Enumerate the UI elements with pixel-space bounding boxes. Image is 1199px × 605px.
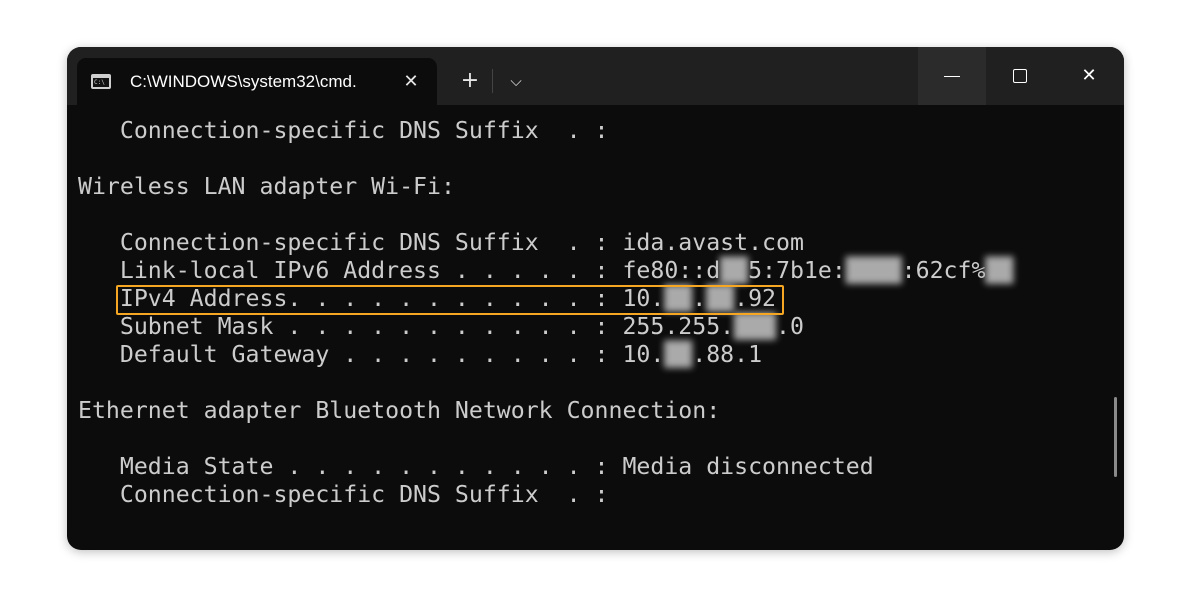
redacted-value: ████ [845,257,902,284]
redacted-value: ██ [664,341,693,368]
terminal-line: Connection-specific DNS Suffix . : [78,117,609,144]
tab-separator [492,69,493,93]
ipv6-part: :62cf% [901,257,986,284]
maximize-icon [1013,69,1027,83]
minimize-button[interactable] [918,47,986,105]
cmd-icon [91,74,111,89]
terminal-output[interactable]: Connection-specific DNS Suffix . : Wirel… [67,105,1124,550]
terminal-line-gateway: Default Gateway . . . . . . . . . : 10.█… [78,341,762,369]
maximize-button[interactable] [986,47,1054,105]
terminal-line-subnet: Subnet Mask . . . . . . . . . . . : 255.… [78,313,804,341]
title-bar: C:\WINDOWS\system32\cmd. ✕ + ⌵ ✕ [67,47,1124,105]
close-window-button[interactable]: ✕ [1055,47,1123,105]
gateway-label: Default Gateway . . . . . . . . . : 10. [78,341,665,368]
ipv6-label: Link-local IPv6 Address . . . . . : fe80… [78,257,721,284]
redacted-value: ██ [985,257,1014,284]
redacted-value: ██ [720,257,749,284]
redacted-value: ███ [734,313,777,340]
new-tab-button[interactable]: + [455,66,485,96]
terminal-line: Connection-specific DNS Suffix . : ida.a… [78,229,804,256]
tab-cmd[interactable]: C:\WINDOWS\system32\cmd. ✕ [77,58,437,105]
terminal-line: Wireless LAN adapter Wi-Fi: [78,173,455,200]
chevron-down-icon[interactable]: ⌵ [501,66,531,96]
subnet-tail: .0 [776,313,804,340]
terminal-line-ipv6: Link-local IPv6 Address . . . . . : fe80… [78,257,1013,285]
minimize-icon [944,75,960,77]
ipv6-part: 5:7b1e: [748,257,846,284]
gateway-tail: .88.1 [692,341,763,368]
scrollbar-thumb[interactable] [1114,397,1117,477]
subnet-label: Subnet Mask . . . . . . . . . . . : 255.… [78,313,735,340]
terminal-window: C:\WINDOWS\system32\cmd. ✕ + ⌵ ✕ Connect… [67,47,1124,550]
tab-title: C:\WINDOWS\system32\cmd. [130,72,357,91]
terminal-line: Media State . . . . . . . . . . . : Medi… [78,453,874,480]
terminal-line: Ethernet adapter Bluetooth Network Conne… [78,397,721,424]
ipv4-highlight-box [116,285,784,315]
terminal-line: Connection-specific DNS Suffix . : [78,481,609,508]
close-tab-icon[interactable]: ✕ [399,70,423,94]
